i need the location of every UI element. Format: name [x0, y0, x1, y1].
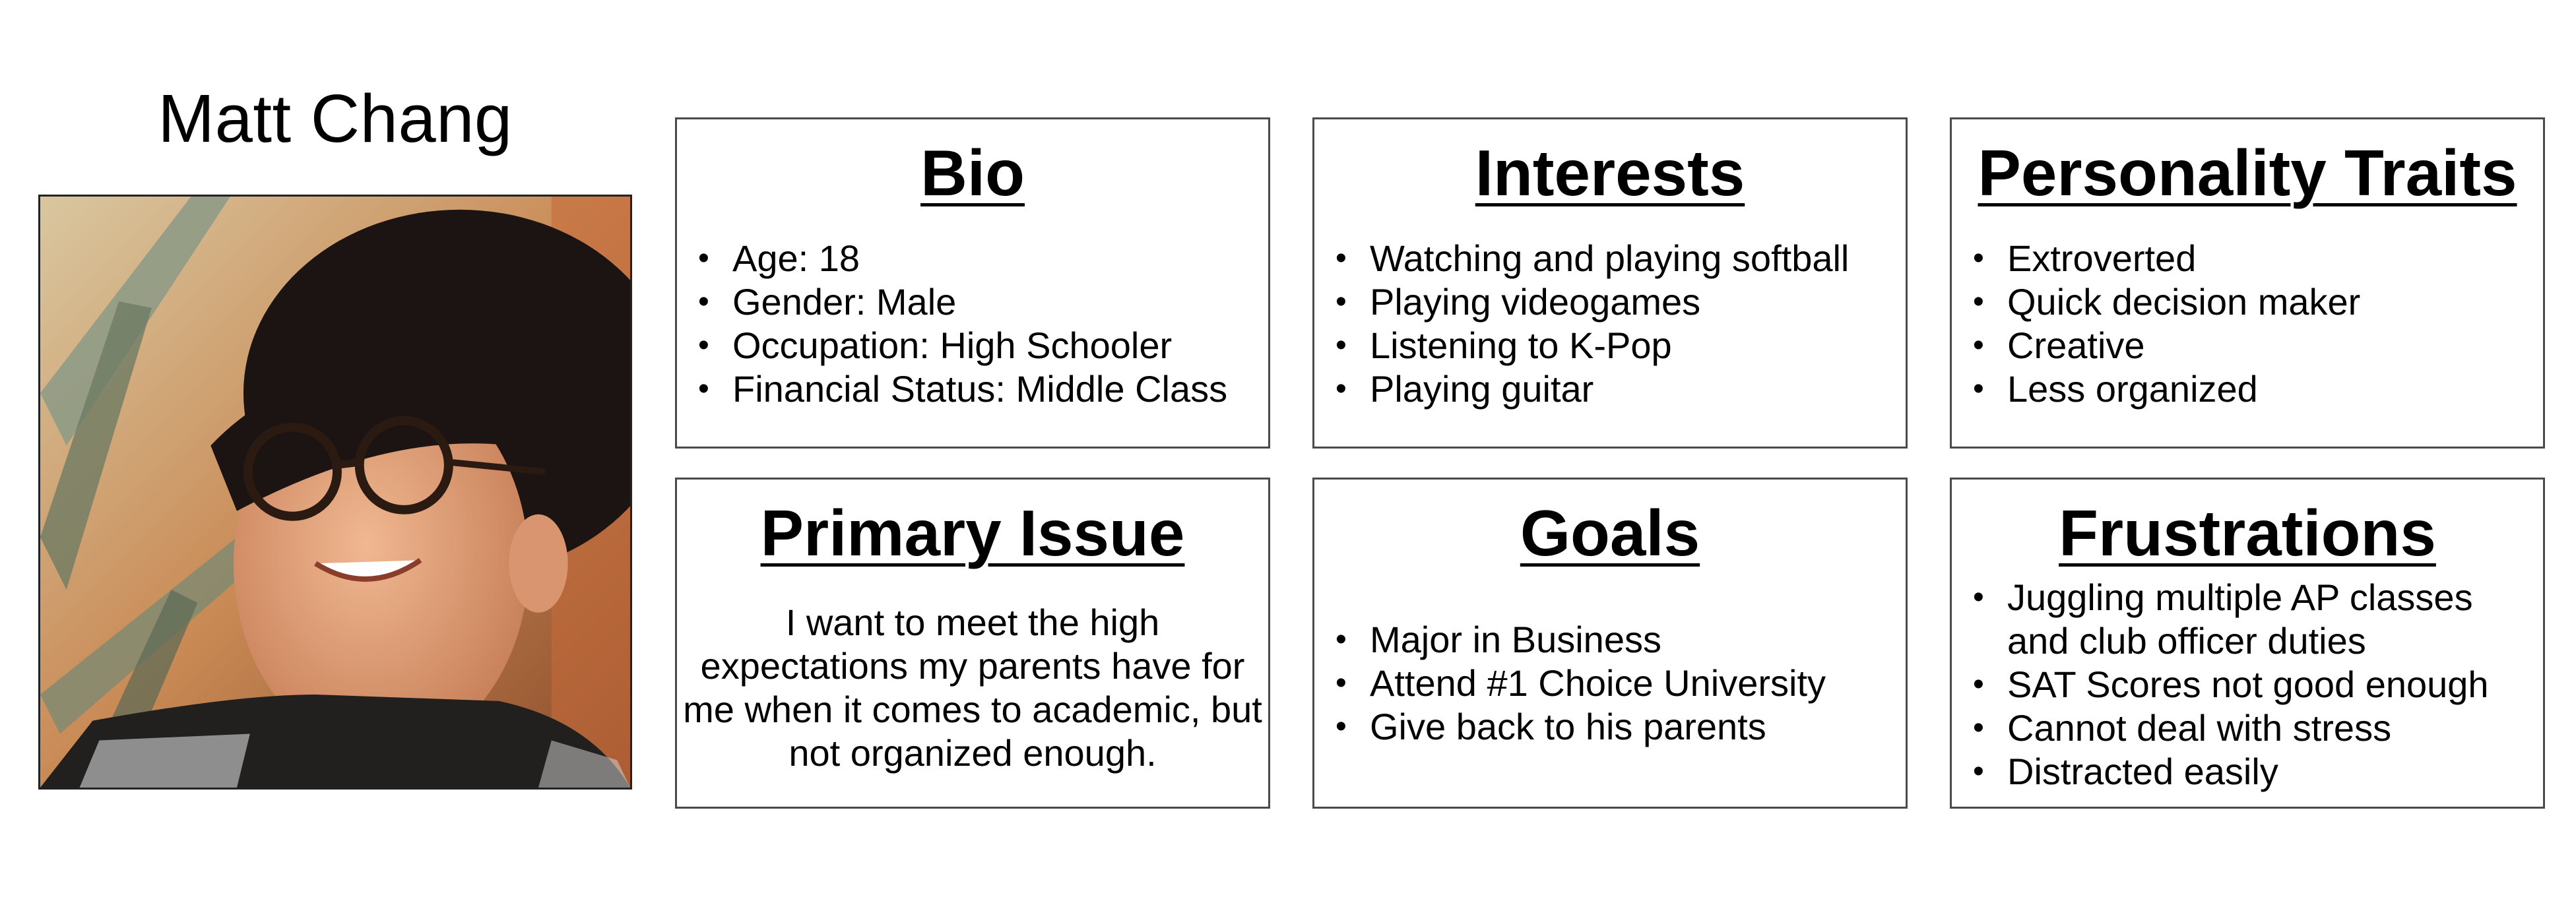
list-item: Extroverted	[1973, 237, 2543, 280]
frustrations-list: Juggling multiple AP classes and club of…	[1952, 576, 2543, 793]
list-item: Playing videogames	[1336, 280, 1906, 324]
interests-title: Interests	[1475, 137, 1745, 209]
personality-title: Personality Traits	[1978, 137, 2517, 209]
portrait-photo-icon	[40, 197, 630, 788]
personality-card: Personality Traits Extroverted Quick dec…	[1950, 117, 2545, 449]
list-item: Juggling multiple AP classes and club of…	[1973, 576, 2530, 663]
frustrations-title: Frustrations	[2059, 497, 2436, 569]
primary-issue-card: Primary Issue I want to meet the high ex…	[675, 478, 1270, 809]
persona-photo	[38, 195, 632, 790]
personality-list: Extroverted Quick decision maker Creativ…	[1952, 237, 2543, 411]
list-item: Major in Business	[1336, 618, 1906, 662]
goals-list: Major in Business Attend #1 Choice Unive…	[1314, 618, 1906, 749]
list-item: Distracted easily	[1973, 750, 2530, 793]
list-item: Quick decision maker	[1973, 280, 2543, 324]
list-item: Gender: Male	[698, 280, 1268, 324]
list-item: Age: 18	[698, 237, 1268, 280]
bio-title: Bio	[920, 137, 1025, 209]
list-item: Financial Status: Middle Class	[698, 367, 1268, 411]
list-item: Occupation: High Schooler	[698, 324, 1268, 367]
persona-name: Matt Chang	[158, 80, 513, 156]
interests-card: Interests Watching and playing softball …	[1312, 117, 1908, 449]
list-item: Playing guitar	[1336, 367, 1906, 411]
list-item: Listening to K-Pop	[1336, 324, 1906, 367]
list-item: SAT Scores not good enough	[1973, 663, 2530, 706]
primary-issue-text: I want to meet the high expectations my …	[683, 601, 1262, 774]
list-item: Watching and playing softball	[1336, 237, 1906, 280]
list-item: Creative	[1973, 324, 2543, 367]
primary-issue-title: Primary Issue	[760, 497, 1185, 569]
frustrations-card: Frustrations Juggling multiple AP classe…	[1950, 478, 2545, 809]
goals-card: Goals Major in Business Attend #1 Choice…	[1312, 478, 1908, 809]
bio-card: Bio Age: 18 Gender: Male Occupation: Hig…	[675, 117, 1270, 449]
bio-list: Age: 18 Gender: Male Occupation: High Sc…	[677, 237, 1268, 411]
list-item: Give back to his parents	[1336, 705, 1906, 749]
list-item: Less organized	[1973, 367, 2543, 411]
list-item: Attend #1 Choice University	[1336, 662, 1906, 705]
goals-title: Goals	[1520, 497, 1700, 569]
interests-list: Watching and playing softball Playing vi…	[1314, 237, 1906, 411]
list-item: Cannot deal with stress	[1973, 706, 2530, 750]
